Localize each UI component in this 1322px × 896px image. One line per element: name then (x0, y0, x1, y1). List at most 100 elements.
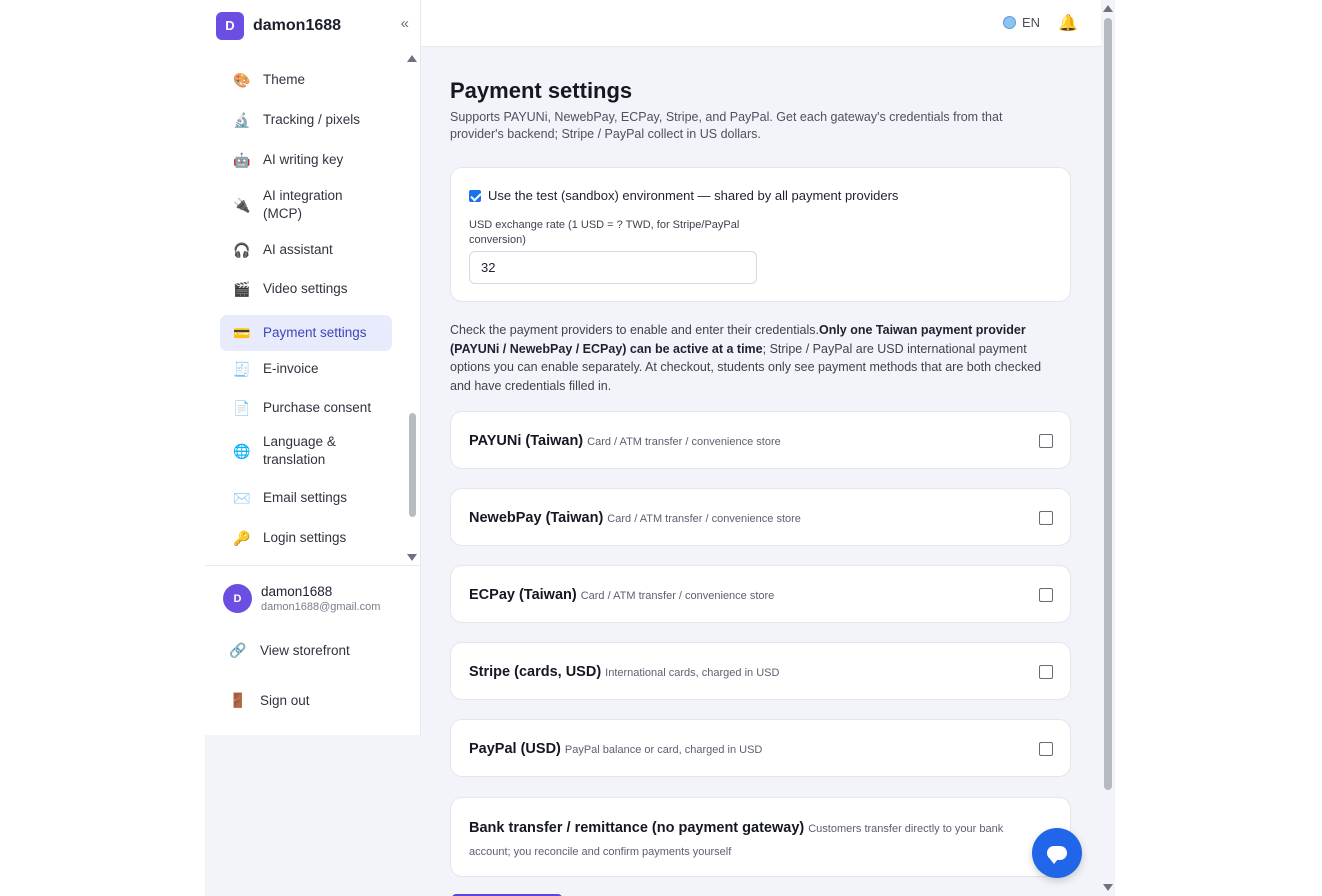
top-bar: EN 🔔 (421, 0, 1101, 47)
key-icon: 🔑 (233, 529, 251, 546)
nav-item-ai-assistant[interactable]: 🎧 AI assistant (220, 237, 392, 263)
page-scroll-thumb[interactable] (1104, 18, 1112, 790)
plug-icon: 🔌 (233, 196, 251, 213)
user-email: damon1688@gmail.com (261, 601, 381, 613)
exchange-rate-input[interactable] (469, 251, 757, 284)
view-storefront-label: View storefront (260, 643, 350, 658)
sign-out-link[interactable]: 🚪 Sign out (229, 692, 310, 709)
globe-icon: 🌐 (233, 442, 251, 459)
provider-description: Card / ATM transfer / convenience store (587, 436, 781, 448)
nav-item-ai-writing-key[interactable]: 🤖 AI writing key (220, 147, 392, 173)
brand-name: damon1688 (253, 16, 342, 34)
provider-enable-checkbox[interactable] (1039, 665, 1053, 679)
sign-out-label: Sign out (260, 693, 310, 708)
main-content: Payment settings Supports PAYUNi, NewebP… (421, 48, 1101, 896)
sidebar-item-label: Tracking / pixels (263, 112, 361, 127)
scroll-up-arrow-icon[interactable] (407, 55, 417, 62)
providers-info: Check the payment providers to enable an… (450, 321, 1062, 395)
sidebar-scroll-thumb[interactable] (409, 413, 416, 517)
provider-name: PAYUNi (Taiwan) (469, 433, 584, 449)
page-title: Payment settings (450, 78, 633, 103)
sandbox-toggle[interactable]: Use the test (sandbox) environment — sha… (469, 188, 898, 203)
sandbox-checkbox[interactable] (469, 189, 481, 202)
user-profile: D damon1688 damon1688@gmail.com (223, 584, 380, 613)
sidebar-scrollbar[interactable] (407, 53, 417, 563)
microscope-icon: 🔬 (233, 111, 251, 128)
nav-item-theme[interactable]: 🎨 Theme (220, 67, 392, 93)
sidebar: D damon1688 « 🎨 Theme 🔬 Tracking / pixels 🤖 A… (205, 0, 421, 735)
language-switcher[interactable]: EN (1003, 15, 1040, 30)
chat-bubble-icon (1047, 846, 1067, 864)
view-storefront-link[interactable]: 🔗 View storefront (229, 642, 350, 659)
user-name: damon1688 (261, 584, 333, 599)
sidebar-item-label: AI integration (MCP) (263, 188, 343, 221)
nav-item-purchase-consent[interactable]: 📄 Purchase consent (220, 395, 392, 421)
provider-name: PayPal (USD) (469, 741, 561, 757)
robot-icon: 🤖 (233, 151, 251, 168)
provider-enable-checkbox[interactable] (1039, 434, 1053, 448)
language-label: EN (1022, 15, 1041, 30)
app-shell: D damon1688 « 🎨 Theme 🔬 Tracking / pixels 🤖 A… (205, 0, 1115, 896)
nav-item-language[interactable]: 🌐 Language & translation (220, 432, 392, 470)
sidebar-item-label: Purchase consent (263, 400, 372, 415)
globe-icon (1003, 16, 1016, 29)
nav-item-video-settings[interactable]: 🎬 Video settings (220, 276, 392, 302)
provider-enable-checkbox[interactable] (1039, 511, 1053, 525)
provider-title: Stripe (cards, USD) International cards, … (469, 664, 779, 680)
provider-title: NewebPay (Taiwan) Card / ATM transfer / c… (469, 510, 801, 526)
page-subtitle: Supports PAYUNi, NewebPay, ECPay, Stripe… (450, 110, 1003, 141)
collapse-sidebar-button[interactable]: « (401, 15, 409, 32)
provider-payuni: PAYUNi (Taiwan) Card / ATM transfer / con… (450, 411, 1071, 469)
provider-title: PayPal (USD) PayPal balance or card, char… (469, 741, 762, 757)
nav-item-login-settings[interactable]: 🔑 Login settings (220, 525, 392, 551)
provider-paypal: PayPal (USD) PayPal balance or card, char… (450, 719, 1071, 777)
provider-bank-transfer: Bank transfer / remittance (no payment g… (450, 797, 1071, 877)
nav-item-tracking[interactable]: 🔬 Tracking / pixels (220, 107, 392, 133)
headphones-icon: 🎧 (233, 241, 251, 258)
link-icon: 🔗 (229, 642, 247, 658)
page-scroll-down-icon[interactable] (1103, 884, 1113, 891)
door-icon: 🚪 (229, 692, 247, 708)
provider-stripe: Stripe (cards, USD) International cards, … (450, 642, 1071, 700)
sidebar-nav: 🎨 Theme 🔬 Tracking / pixels 🤖 AI writing key 🔌… (205, 57, 408, 563)
provider-description: PayPal balance or card, charged in USD (564, 744, 763, 756)
provider-description: Card / ATM transfer / convenience store (580, 590, 775, 602)
provider-ecpay: ECPay (Taiwan) Card / ATM transfer / conv… (450, 565, 1071, 623)
sidebar-item-label: Theme (263, 72, 306, 87)
sidebar-item-label: Login settings (263, 530, 347, 545)
bell-icon[interactable]: 🔔 (1058, 13, 1078, 33)
chat-button[interactable] (1032, 828, 1082, 878)
provider-title: ECPay (Taiwan) Card / ATM transfer / conv… (469, 587, 774, 603)
provider-enable-checkbox[interactable] (1039, 588, 1053, 602)
provider-name: ECPay (Taiwan) (469, 587, 577, 603)
scroll-down-arrow-icon[interactable] (407, 554, 417, 561)
provider-name: Stripe (cards, USD) (469, 664, 602, 680)
credit-card-icon: 💳 (233, 324, 251, 341)
clapperboard-icon: 🎬 (233, 280, 251, 297)
document-icon: 📄 (233, 399, 251, 416)
brand-avatar: D (216, 11, 244, 40)
envelope-icon: ✉️ (233, 489, 251, 506)
palette-icon: 🎨 (233, 71, 251, 88)
sidebar-item-label: Payment settings (263, 325, 367, 340)
sidebar-divider (205, 565, 421, 566)
sidebar-item-label: AI assistant (263, 242, 333, 257)
nav-item-payment-settings[interactable]: 💳 Payment settings (220, 315, 392, 351)
sandbox-card: Use the test (sandbox) environment — sha… (450, 167, 1071, 302)
provider-title: PAYUNi (Taiwan) Card / ATM transfer / con… (469, 433, 781, 449)
nav-item-ai-integration[interactable]: 🔌 AI integration (MCP) (220, 186, 392, 224)
nav-item-email-settings[interactable]: ✉️ Email settings (220, 485, 392, 511)
page-scroll-up-icon[interactable] (1103, 5, 1113, 12)
bank-transfer-title: Bank transfer / remittance (no payment g… (469, 820, 805, 836)
receipt-icon: 🧾 (233, 360, 251, 377)
provider-newebpay: NewebPay (Taiwan) Card / ATM transfer / c… (450, 488, 1071, 546)
page-scrollbar[interactable] (1102, 0, 1114, 896)
sidebar-item-label: Email settings (263, 490, 348, 505)
provider-description: Card / ATM transfer / convenience store (607, 513, 801, 525)
provider-description: International cards, charged in USD (605, 667, 780, 679)
sidebar-item-label: Video settings (263, 281, 348, 296)
exchange-rate-label: USD exchange rate (1 USD = ? TWD, for St… (469, 219, 740, 246)
sidebar-item-label: E-invoice (263, 361, 319, 376)
nav-item-e-invoice[interactable]: 🧾 E-invoice (220, 356, 392, 382)
provider-enable-checkbox[interactable] (1039, 742, 1053, 756)
